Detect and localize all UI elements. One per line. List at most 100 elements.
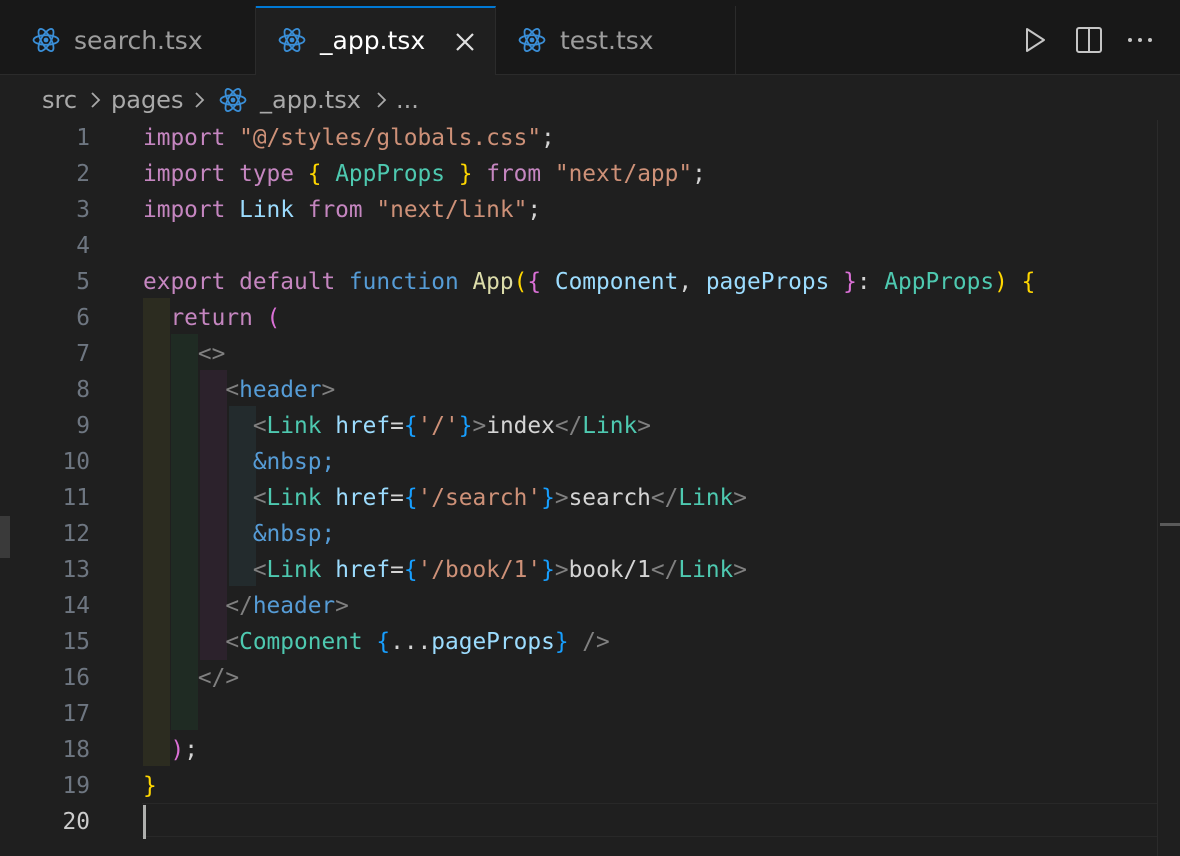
code-line[interactable]: import type { AppProps } from "next/app"… [143, 156, 706, 192]
line-number[interactable]: 14 [30, 588, 90, 624]
code-line[interactable]: </header> [143, 588, 349, 624]
tab-content: search.tsx [10, 6, 255, 74]
code-line[interactable]: &nbsp; [143, 516, 335, 552]
line-number[interactable]: 9 [30, 408, 90, 444]
code-token: ; [527, 197, 542, 223]
line-number[interactable]: 15 [30, 624, 90, 660]
code-token: } [554, 629, 569, 655]
code-token: ( [266, 305, 281, 331]
split-editor-icon[interactable] [1075, 26, 1103, 54]
line-number[interactable]: 17 [30, 696, 90, 732]
code-token: "next/app" [554, 161, 693, 187]
line-number[interactable]: 20 [30, 804, 90, 840]
code-line[interactable]: <Link href={'/book/1'}>book/1</Link> [143, 552, 747, 588]
code-line[interactable]: import "@/styles/globals.css"; [143, 120, 555, 156]
code-token: = [390, 413, 404, 439]
code-token: &nbsp; [252, 449, 336, 475]
code-token: search [568, 485, 651, 511]
code-token: </ [225, 593, 253, 619]
code-token: ... [390, 629, 432, 655]
code-token: import [143, 161, 226, 187]
tab-content: _app.tsx [256, 8, 495, 75]
run-icon[interactable] [1021, 26, 1049, 54]
code-token: default [239, 269, 336, 295]
gutter-marker [0, 516, 10, 558]
breadcrumb-item-src[interactable]: src [42, 85, 77, 115]
line-number[interactable]: 16 [30, 660, 90, 696]
code-line[interactable]: <Link href={'/search'}>search</Link> [143, 480, 747, 516]
code-token: ) [170, 737, 185, 763]
line-number[interactable]: 4 [30, 228, 90, 264]
code-line[interactable]: export default function App({ Component,… [143, 264, 1035, 300]
code-token: <> [197, 341, 226, 367]
line-number[interactable]: 8 [30, 372, 90, 408]
line-number[interactable]: 11 [30, 480, 90, 516]
code-token: < [225, 377, 240, 403]
code-line[interactable]: ); [143, 732, 197, 768]
line-number[interactable]: 6 [30, 300, 90, 336]
line-number[interactable]: 19 [30, 768, 90, 804]
line-number[interactable]: 13 [30, 552, 90, 588]
code-line[interactable]: import Link from "next/link"; [143, 192, 541, 228]
code-line[interactable]: </> [143, 660, 239, 696]
code-token: { [403, 485, 418, 511]
line-number[interactable]: 2 [30, 156, 90, 192]
line-number[interactable]: 3 [30, 192, 90, 228]
line-number[interactable]: 5 [30, 264, 90, 300]
code-token: </ [650, 485, 679, 511]
line-number[interactable]: 12 [30, 516, 90, 552]
line-number[interactable]: 1 [30, 120, 90, 156]
tab-test-tsx[interactable]: test.tsx [496, 6, 736, 74]
code-line[interactable]: <> [143, 336, 225, 372]
code-line[interactable]: <Component {...pageProps} /> [143, 624, 609, 660]
code-token: header [239, 377, 322, 403]
code-token: : [856, 269, 885, 295]
code-line[interactable]: return ( [143, 300, 280, 336]
code-token: Link [266, 413, 322, 439]
code-token: > [637, 413, 651, 439]
code-token: { [527, 269, 542, 295]
breadcrumb-item-more[interactable]: ... [396, 85, 419, 115]
code-line[interactable]: <header> [143, 372, 335, 408]
tab-app-tsx[interactable]: _app.tsx [256, 6, 496, 75]
line-number[interactable]: 18 [30, 732, 90, 768]
code-token: href [335, 413, 391, 439]
code-token: } [458, 413, 473, 439]
code-line[interactable]: } [143, 768, 157, 804]
code-editor[interactable]: 1 2 3 4 5 6 7 8 9 10 11 12 13 14 15 16 17 18 19 20 import "… [0, 120, 1180, 856]
close-icon[interactable] [453, 30, 477, 54]
code-token: } [458, 161, 473, 187]
tab-search-tsx[interactable]: search.tsx [10, 6, 256, 74]
code-token: type [239, 161, 294, 187]
react-icon [518, 28, 546, 52]
code-token: = [390, 557, 404, 583]
code-token: from [486, 161, 542, 187]
code-token: '/' [417, 413, 459, 439]
breadcrumb-item-pages[interactable]: pages [111, 85, 183, 115]
code-token: from [307, 197, 363, 223]
code-token: href [335, 557, 391, 583]
line-number[interactable]: 10 [30, 444, 90, 480]
breadcrumb-item-app-tsx[interactable]: _app.tsx [260, 85, 361, 115]
more-actions-icon[interactable] [1126, 26, 1154, 54]
code-token: < [252, 557, 267, 583]
code-line[interactable]: <Link href={'/'}>index</Link> [143, 408, 651, 444]
code-token: > [554, 485, 569, 511]
code-token: > [733, 557, 748, 583]
code-token: Link [266, 557, 322, 583]
code-line[interactable]: &nbsp; [143, 444, 335, 480]
line-number[interactable]: 7 [30, 336, 90, 372]
